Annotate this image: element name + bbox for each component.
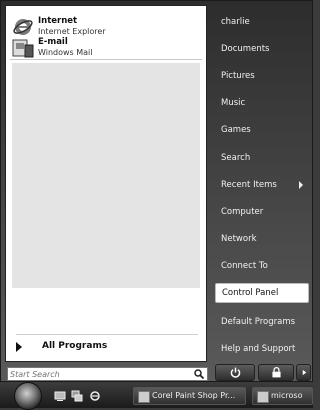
divider [10, 59, 202, 60]
taskbar-button-microsoft[interactable]: microso [252, 387, 313, 405]
task-label: microso [271, 391, 303, 400]
internet-explorer-icon [13, 19, 33, 35]
item-label: Help and Support [221, 344, 296, 354]
search-box[interactable] [7, 367, 208, 381]
power-button[interactable] [215, 364, 255, 381]
lock-icon [272, 366, 281, 378]
pictures-link[interactable]: Pictures [215, 67, 309, 85]
app-icon [257, 391, 269, 403]
recent-programs-area [12, 63, 200, 288]
all-programs-button[interactable]: All Programs [12, 338, 202, 356]
item-label: Network [221, 234, 257, 244]
arrow-right-icon [16, 342, 22, 352]
internet-explorer-icon[interactable] [89, 390, 101, 402]
search-icon[interactable] [194, 369, 204, 379]
control-panel-link[interactable]: Control Panel [215, 283, 309, 303]
power-options-button[interactable] [296, 364, 311, 381]
user-name-link[interactable]: charlie [215, 13, 309, 31]
games-link[interactable]: Games [215, 121, 309, 139]
windows-mail-icon [12, 39, 34, 58]
item-label: Control Panel [222, 288, 279, 298]
power-buttons [215, 364, 311, 381]
pinned-subtitle: Windows Mail [38, 48, 93, 57]
show-desktop-icon[interactable] [54, 390, 66, 402]
computer-link[interactable]: Computer [215, 203, 309, 221]
taskbar: Corel Paint Shop Pr... microso [0, 382, 313, 410]
default-programs-link[interactable]: Default Programs [215, 313, 309, 331]
power-icon [230, 367, 241, 378]
search-input[interactable] [10, 368, 185, 380]
item-label: Documents [221, 44, 270, 54]
item-label: Pictures [221, 71, 255, 81]
app-icon [138, 391, 150, 403]
item-label: charlie [221, 17, 250, 27]
network-link[interactable]: Network [215, 230, 309, 248]
submenu-arrow-icon [299, 181, 303, 189]
lock-button[interactable] [258, 364, 294, 381]
item-label: Music [221, 98, 246, 108]
pinned-title: Internet [38, 16, 78, 26]
pinned-subtitle: Internet Explorer [38, 27, 106, 36]
pinned-item-email[interactable]: E-mail Windows Mail [12, 37, 202, 61]
all-programs-label: All Programs [42, 341, 108, 351]
pinned-title: E-mail [38, 37, 68, 47]
left-pane: Internet Internet Explorer E-mail Window… [5, 5, 207, 362]
search-link[interactable]: Search [215, 149, 309, 167]
item-label: Connect To [221, 261, 268, 271]
help-and-support-link[interactable]: Help and Support [215, 340, 309, 358]
documents-link[interactable]: Documents [215, 40, 309, 58]
music-link[interactable]: Music [215, 94, 309, 112]
item-label: Recent Items [221, 180, 277, 190]
windows-orb-icon[interactable] [14, 382, 42, 410]
item-label: Games [221, 125, 251, 135]
chevron-right-icon [302, 369, 307, 376]
start-menu: Internet Internet Explorer E-mail Window… [0, 0, 313, 382]
switch-windows-icon[interactable] [71, 390, 83, 402]
item-label: Computer [221, 207, 264, 217]
recent-items-link[interactable]: Recent Items [215, 176, 309, 194]
connect-to-link[interactable]: Connect To [215, 257, 309, 275]
divider [16, 334, 198, 335]
task-label: Corel Paint Shop Pr... [152, 391, 236, 400]
item-label: Search [221, 153, 251, 163]
item-label: Default Programs [221, 317, 296, 327]
taskbar-button-paintshop[interactable]: Corel Paint Shop Pr... [133, 387, 246, 405]
